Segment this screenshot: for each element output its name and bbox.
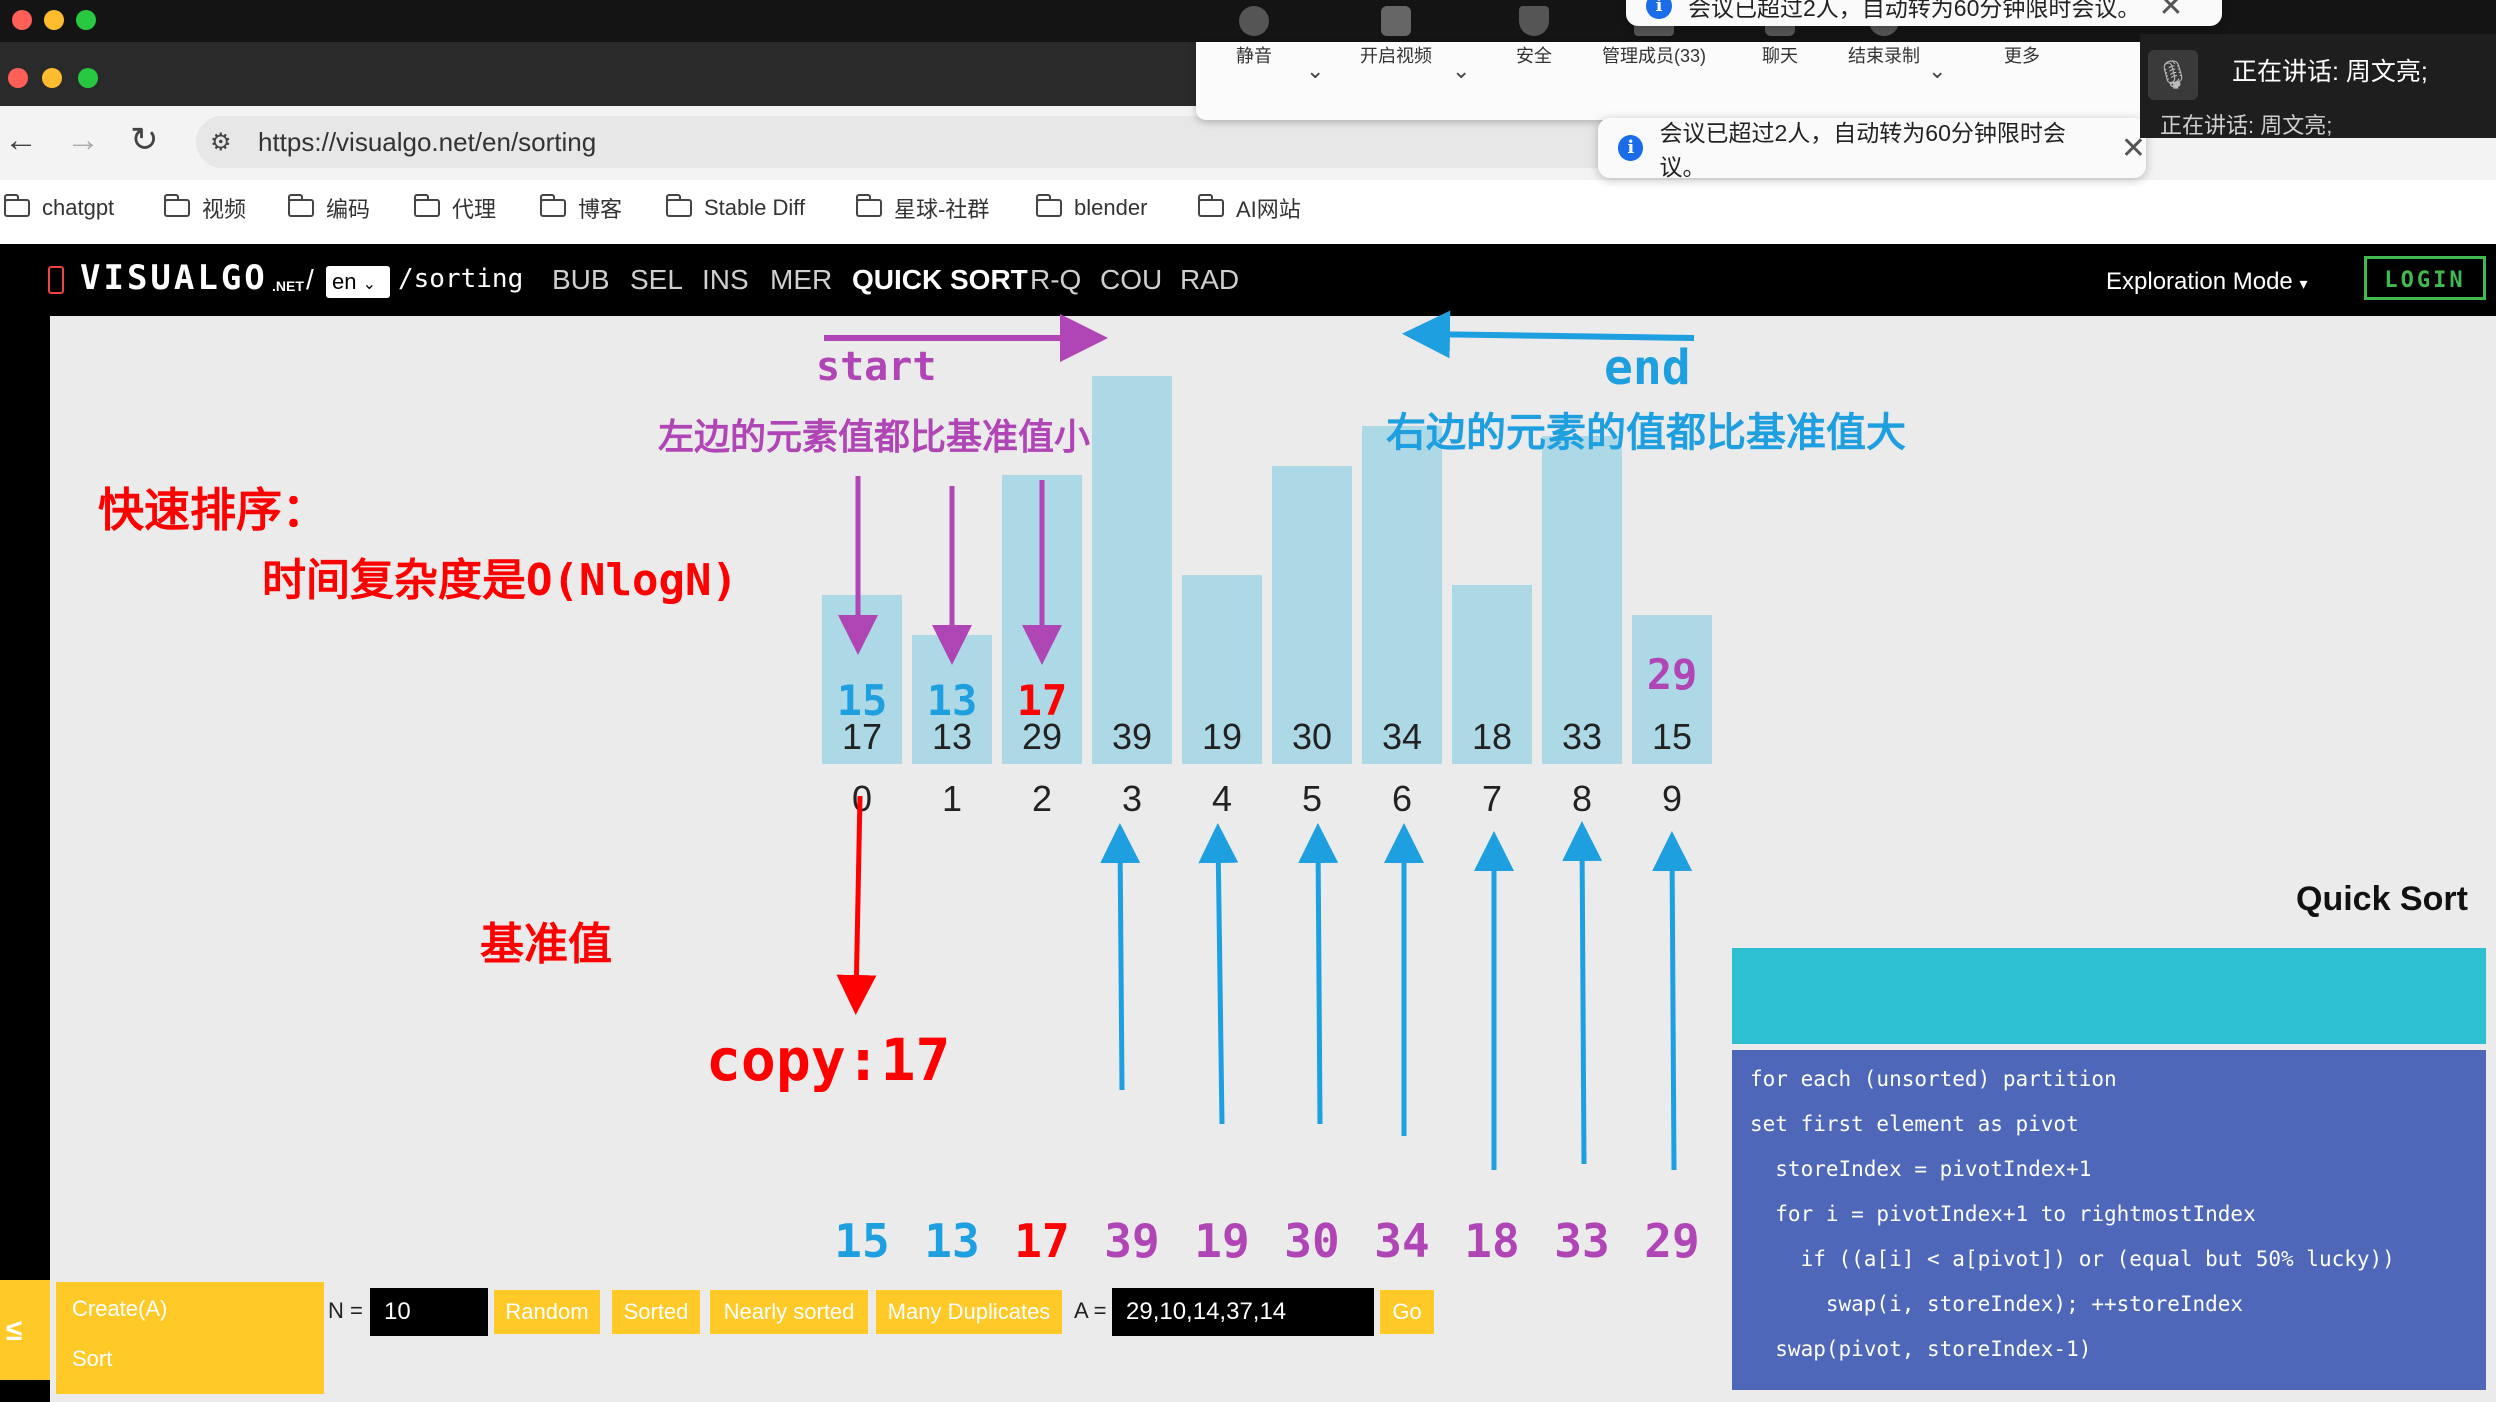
many-duplicates-button[interactable]: Many Duplicates bbox=[876, 1290, 1062, 1334]
code-line: storeIndex = pivotIndex+1 bbox=[1750, 1157, 2092, 1181]
arrow-up-9 bbox=[1652, 831, 1693, 1171]
status-panel bbox=[1732, 948, 2486, 1044]
code-line: swap(pivot, storeIndex-1) bbox=[1750, 1337, 2092, 1361]
arrow-up-4 bbox=[1198, 823, 1239, 1125]
random-button[interactable]: Random bbox=[494, 1290, 600, 1334]
pivot-copy-arrow bbox=[836, 795, 877, 1015]
go-button[interactable]: Go bbox=[1380, 1290, 1434, 1334]
code-line: set first element as pivot bbox=[1750, 1112, 2079, 1136]
arrow-up-5 bbox=[1298, 823, 1339, 1125]
code-line: if ((a[i] < a[pivot]) or (equal but 50% … bbox=[1750, 1247, 2395, 1271]
a-label: A = bbox=[1074, 1298, 1107, 1323]
n-input[interactable]: 10 bbox=[370, 1288, 488, 1336]
panel-title: Quick Sort bbox=[2296, 880, 2468, 918]
code-line: for i = pivotIndex+1 to rightmostIndex bbox=[1750, 1202, 2256, 1226]
array-input[interactable]: 29,10,14,37,14 bbox=[1112, 1288, 1374, 1336]
arrow-up-8 bbox=[1562, 821, 1603, 1165]
sorted-button[interactable]: Sorted bbox=[612, 1290, 700, 1334]
sort-button[interactable]: Sort bbox=[72, 1346, 112, 1372]
code-line: for each (unsorted) partition bbox=[1750, 1067, 2117, 1091]
end-arrow bbox=[1402, 310, 1695, 359]
create-button[interactable]: Create(A) bbox=[72, 1296, 167, 1322]
n-label: N = bbox=[328, 1298, 363, 1323]
nearly-sorted-button[interactable]: Nearly sorted bbox=[710, 1290, 868, 1334]
arrow-up-3 bbox=[1100, 823, 1141, 1091]
code-line: swap(i, storeIndex); ++storeIndex bbox=[1750, 1292, 2244, 1316]
collapse-icon[interactable]: ≤ bbox=[6, 1314, 22, 1348]
